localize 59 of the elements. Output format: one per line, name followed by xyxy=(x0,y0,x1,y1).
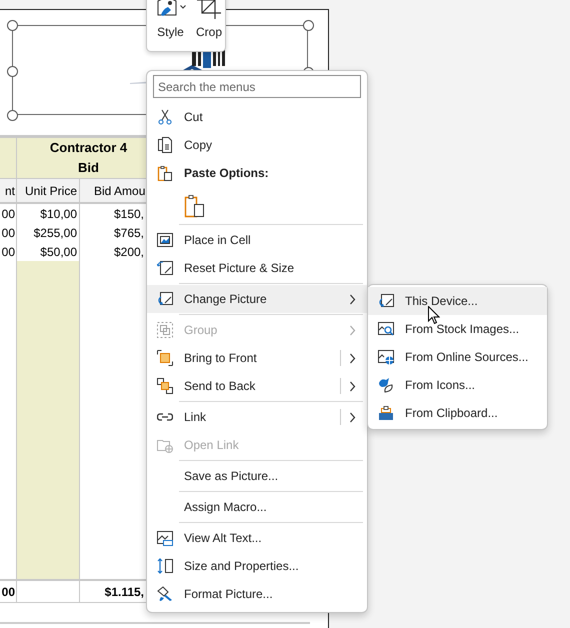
copy-icon xyxy=(157,137,173,153)
picture-globe-icon xyxy=(378,349,394,365)
chevron-right-icon xyxy=(349,294,356,304)
clipboard-icon xyxy=(184,192,205,218)
send-backward-icon xyxy=(157,378,173,394)
menu-item[interactable]: Change Picture xyxy=(147,285,367,313)
mouse-pointer-icon xyxy=(428,306,440,325)
crop-icon xyxy=(197,0,221,19)
column-header: Unit Price xyxy=(16,178,80,203)
style-button[interactable]: Style xyxy=(153,0,188,43)
alt-text-icon xyxy=(157,530,173,546)
column-header: Bid Amou xyxy=(80,178,147,203)
menu-item[interactable]: Format Picture... xyxy=(147,580,367,608)
picture-swap-icon xyxy=(157,291,173,307)
paint-brush-icon xyxy=(157,586,173,602)
clipboard-picture-icon xyxy=(378,405,394,421)
column-header: nt xyxy=(0,178,16,203)
table-cell: $10,00 xyxy=(16,203,80,223)
menu-item[interactable]: Assign Macro... xyxy=(147,493,367,521)
table-cell: 00 xyxy=(0,223,16,242)
bird-leaf-icon xyxy=(378,377,394,393)
bring-forward-icon xyxy=(157,350,173,366)
menu-item[interactable]: Bring to Front xyxy=(147,344,367,372)
chevron-right-icon xyxy=(349,324,356,336)
chevron-right-icon xyxy=(349,380,356,392)
menu-item[interactable]: From Clipboard... xyxy=(368,399,547,427)
table-cell: 00 xyxy=(0,242,16,261)
menu-item[interactable]: Copy xyxy=(147,131,367,159)
table-cell: 00 xyxy=(0,580,16,602)
picture-search-icon xyxy=(378,321,394,337)
group-icon xyxy=(157,322,173,338)
column-header: Contractor 4 Bid xyxy=(16,138,147,178)
menu-item[interactable]: From Stock Images... xyxy=(368,315,547,343)
menu-item[interactable]: View Alt Text... xyxy=(147,524,367,552)
menu-item[interactable]: Reset Picture & Size xyxy=(147,254,367,282)
picture-reset-icon xyxy=(157,260,173,276)
table-cell: $255,00 xyxy=(16,223,80,242)
scissors-icon xyxy=(157,109,173,125)
menu-item[interactable]: From Online Sources... xyxy=(368,343,547,371)
menu-heading: Paste Options: xyxy=(184,166,270,180)
menu-item[interactable]: Cut xyxy=(147,103,367,131)
folder-globe-icon xyxy=(157,437,173,453)
clipboard-icon xyxy=(157,165,173,181)
chevron-right-icon xyxy=(349,412,356,422)
table-cell: 00 xyxy=(0,203,16,223)
resize-icon xyxy=(157,558,173,574)
search-field[interactable]: Search the menus xyxy=(153,75,361,98)
menu-item[interactable]: Place in Cell xyxy=(147,226,367,254)
picture-swap-icon xyxy=(378,293,394,309)
caret-icon xyxy=(180,4,186,10)
menu-item[interactable]: This Device... xyxy=(368,287,547,315)
menu-item[interactable]: From Icons... xyxy=(368,371,547,399)
chevron-right-icon xyxy=(349,352,356,364)
menu-item[interactable]: Send to Back xyxy=(147,372,367,400)
menu-item[interactable]: Size and Properties... xyxy=(147,552,367,580)
menu-item[interactable]: Link xyxy=(147,403,367,431)
menu-item[interactable]: Save as Picture... xyxy=(147,462,367,490)
crop-button[interactable]: Crop xyxy=(194,0,224,43)
picture-in-cell-icon xyxy=(157,232,173,248)
